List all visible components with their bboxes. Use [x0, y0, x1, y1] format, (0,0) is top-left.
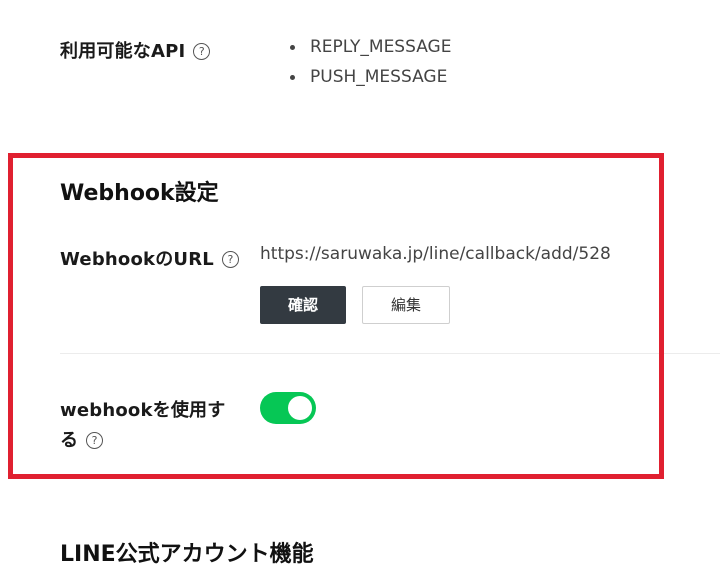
webhook-url-value: https://saruwaka.jp/line/callback/add/52…	[260, 244, 611, 264]
webhook-url-label: WebhookのURL	[60, 249, 214, 270]
available-api-label-row: 利用可能なAPI?	[60, 37, 211, 63]
verify-button[interactable]: 確認	[260, 286, 346, 324]
list-item: PUSH_MESSAGE	[290, 65, 451, 95]
api-item-label: REPLY_MESSAGE	[310, 37, 452, 57]
line-features-title: LINE公式アカウント機能	[60, 542, 314, 567]
webhook-settings-title: Webhook設定	[60, 181, 219, 206]
webhook-url-label-row: WebhookのURL?	[60, 245, 239, 271]
available-api-list: REPLY_MESSAGE PUSH_MESSAGE	[290, 35, 451, 95]
use-webhook-label-line1: webhookを使用す	[60, 400, 226, 421]
help-icon[interactable]: ?	[86, 432, 104, 449]
use-webhook-label-line2: る	[60, 430, 79, 451]
edit-button[interactable]: 編集	[362, 286, 450, 324]
use-webhook-label-row: webhookを使用す る?	[60, 396, 225, 456]
divider	[60, 353, 720, 354]
page: 利用可能なAPI? REPLY_MESSAGE PUSH_MESSAGE Web…	[0, 0, 720, 587]
bullet-icon	[290, 75, 295, 80]
api-item-label: PUSH_MESSAGE	[310, 67, 448, 87]
use-webhook-toggle[interactable]	[260, 392, 316, 424]
bullet-icon	[290, 45, 295, 50]
help-icon[interactable]: ?	[193, 43, 211, 60]
help-icon[interactable]: ?	[221, 251, 239, 268]
list-item: REPLY_MESSAGE	[290, 35, 451, 65]
toggle-knob	[288, 396, 312, 420]
available-api-label: 利用可能なAPI	[60, 41, 186, 62]
